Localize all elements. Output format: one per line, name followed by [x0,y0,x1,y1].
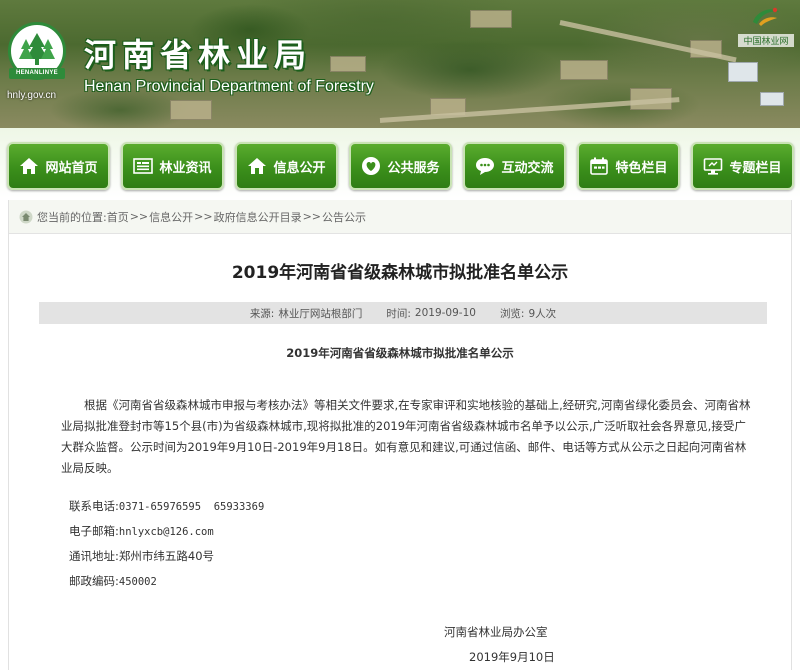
signature-date: 2019年9月10日 [469,650,555,664]
main-nav: 网站首页 林业资讯 信息公开 公共服务 互动交流 特色栏目 专题栏目 [0,128,800,200]
calendar-icon [589,156,609,176]
nav-item-interaction[interactable]: 互动交流 [463,142,566,190]
contact-address-label: 通讯地址: [69,549,119,563]
breadcrumb-info-disclosure[interactable]: 信息公开 [149,209,193,225]
nav-item-label: 林业资讯 [159,160,212,176]
nav-item-special-topics[interactable]: 专题栏目 [691,142,794,190]
contact-email-label: 电子邮箱: [69,524,119,538]
contact-postcode: 邮政编码:450002 [69,573,157,589]
breadcrumb: 您当前的位置: 首页 >> 信息公开 >> 政府信息公开目录 >> 公告公示 [9,200,791,234]
swoosh-logo-icon [753,7,779,26]
location-home-icon [19,210,33,223]
meta-time-label: 时间: [386,307,411,320]
banner-field [560,60,608,80]
article-title: 2019年河南省省级森林城市拟批准名单公示 [231,263,569,283]
banner-field [330,56,366,72]
breadcrumb-prefix: 您当前的位置: [37,210,107,224]
china-forestry-logo[interactable]: 中国林业网 [738,4,794,48]
nav-item-label: 特色栏目 [615,160,668,176]
nav-item-label: 专题栏目 [729,160,782,176]
contact-address: 通讯地址:郑州市纬五路40号 [69,548,214,564]
home-icon [19,156,39,176]
contact-address-value: 郑州市纬五路40号 [118,549,215,563]
site-domain: hnly.gov.cn [7,90,57,101]
breadcrumb-separator: >> [302,210,322,223]
article-subtitle: 2019年河南省省级森林城市拟批准名单公示 [286,346,514,360]
banner-field [170,100,212,120]
banner-roof [760,92,784,106]
contact-postcode-value: 450002 [118,576,157,588]
breadcrumb-separator: >> [129,210,149,223]
banner-field [470,10,512,28]
nav-item-public-service[interactable]: 公共服务 [349,142,452,190]
contact-phone: 联系电话:0371-65976595 65933369 [69,498,264,514]
banner-road [379,97,680,123]
article-body: 根据《河南省省级森林城市申报与考核办法》等相关文件要求,在专家审评和实地核验的基… [61,395,751,479]
heart-service-icon [361,156,381,176]
meta-source: 林业厅网站根部门 [278,307,363,320]
banner-roof [728,62,758,82]
signature-office: 河南省林业局办公室 [444,625,548,639]
home-info-icon [247,156,267,176]
contact-email: 电子邮箱:hnlyxcb@126.com [69,523,214,539]
article-paragraph: 根据《河南省省级森林城市申报与考核办法》等相关文件要求,在专家审评和实地核验的基… [61,398,751,475]
nav-item-label: 网站首页 [45,160,98,176]
nav-item-label: 互动交流 [501,160,554,176]
logo-ribbon: HENANLINYE [9,68,65,79]
nav-item-label: 公共服务 [387,160,440,176]
site-banner: HENANLINYE hnly.gov.cn 河南省林业局 Henan Prov… [0,0,800,128]
china-forestry-text: 中国林业网 [738,34,794,47]
article-meta: 来源: 林业厅网站根部门 时间: 2019-09-10 浏览: 9人次 [39,302,767,324]
contact-postcode-label: 邮政编码: [69,574,119,588]
nav-item-featured[interactable]: 特色栏目 [577,142,680,190]
site-title: 河南省林业局 [84,36,313,74]
nav-item-home[interactable]: 网站首页 [7,142,110,190]
article-container: 您当前的位置: 首页 >> 信息公开 >> 政府信息公开目录 >> 公告公示 2… [8,200,792,670]
breadcrumb-announcements[interactable]: 公告公示 [322,209,366,225]
meta-time: 2019-09-10 [414,307,476,319]
contact-email-value: hnlyxcb@126.com [118,526,214,538]
breadcrumb-separator: >> [194,210,213,223]
chat-icon [475,156,495,176]
meta-views: 9人次 [528,307,557,320]
breadcrumb-home[interactable]: 首页 [107,209,129,225]
news-list-icon [133,156,154,176]
meta-source-label: 来源: [249,307,275,320]
meta-views-label: 浏览: [499,307,525,320]
tree-logo-icon [19,33,55,65]
nav-item-forestry-news[interactable]: 林业资讯 [121,142,224,190]
site-title-english: Henan Provincial Department of Forestry [84,78,374,95]
monitor-icon [703,156,723,176]
nav-item-info-disclosure[interactable]: 信息公开 [235,142,338,190]
nav-item-label: 信息公开 [273,160,326,176]
contact-phone-label: 联系电话: [69,499,119,513]
contact-phone-value: 0371-65976595 65933369 [118,501,265,513]
breadcrumb-gov-info-catalog[interactable]: 政府信息公开目录 [214,209,302,225]
